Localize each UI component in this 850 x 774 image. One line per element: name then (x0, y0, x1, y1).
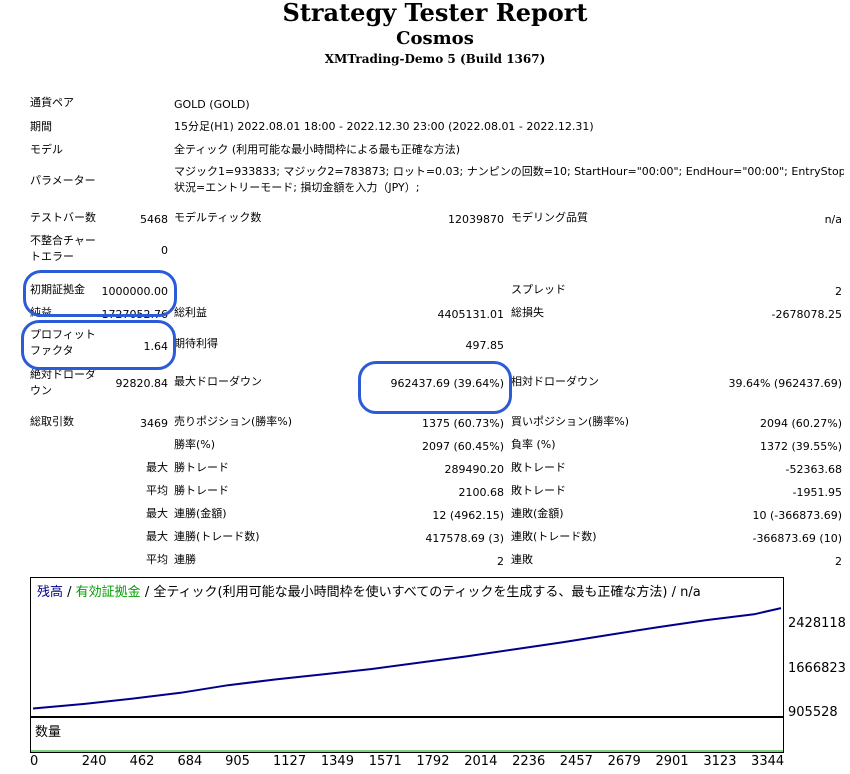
x-tick-label: 2236 (512, 754, 546, 769)
volume-plot (31, 750, 783, 752)
rel-drawdown-label: 相対ドローダウン (511, 375, 599, 388)
long-positions-value: 2094 (60.27%) (759, 417, 842, 430)
max-drawdown-highlight (358, 361, 512, 414)
x-tick-label: 2457 (559, 754, 593, 769)
server-build: XMTrading-Demo 5 (Build 1367) (324, 52, 546, 66)
profit-factor-highlight (21, 320, 176, 370)
max-drawdown-label: 最大ドローダウン (174, 375, 262, 388)
x-tick-label: 1349 (320, 754, 354, 769)
consec-losses-money-value: 10 (-366873.69) (752, 509, 842, 522)
total-trades-value: 3469 (140, 417, 168, 430)
consec-wins-money-label: 連勝(金額) (174, 507, 227, 520)
modeling-quality-value: n/a (824, 213, 842, 226)
equity-line (32, 607, 782, 709)
initial-deposit-highlight (23, 270, 177, 317)
modeling-quality-label: モデリング品質 (511, 211, 588, 224)
balance-chart: 残高 / 有効証拠金 / 全ティック(利用可能な最小時間枠を使いすべてのティック… (30, 577, 784, 717)
abs-drawdown-value: 92820.84 (115, 377, 169, 390)
avg-win-value: 2100.68 (458, 486, 505, 499)
avg-win-label: 勝トレード (174, 484, 229, 497)
avg-consec-losses-label: 連敗 (511, 553, 533, 566)
params-line-1: マジック1=933833; マジック2=783873; ロット=0.03; ナン… (174, 165, 844, 178)
consec-wins-count-value: 417578.69 (3) (425, 532, 504, 545)
chart-plot (32, 607, 782, 710)
average-label: 平均 (146, 484, 168, 497)
avg-loss-value: -1951.95 (792, 486, 842, 499)
x-tick-label: 1571 (368, 754, 402, 769)
params-line-2: 状況=エントリーモード; 損切金額を入力（JPY）; (174, 181, 420, 194)
gross-profit-label: 総利益 (174, 306, 207, 319)
win-pct-label: 勝率(%) (174, 438, 216, 451)
consec-wins-money-value: 12 (4962.15) (432, 509, 504, 522)
gross-profit-value: 4405131.01 (437, 308, 504, 321)
x-tick-label: 3344 (751, 754, 785, 769)
model-value: 全ティック (利用可能な最小時間枠による最も正確な方法) (174, 143, 461, 156)
expected-payoff-value: 497.85 (465, 339, 505, 352)
max-consec-label: 最大 (146, 507, 168, 520)
win-pct-value: 2097 (60.45%) (421, 440, 504, 453)
period-label: 期間 (30, 120, 52, 133)
avg-consec-losses-value: 2 (835, 555, 842, 568)
total-trades-label: 総取引数 (30, 415, 74, 428)
consec-losses-money-label: 連敗(金額) (511, 507, 564, 520)
mismatch-label-1: 不整合チャー (30, 234, 96, 247)
x-tick-label: 1792 (416, 754, 450, 769)
mismatch-label-2: トエラー (30, 250, 74, 263)
consec-losses-count-value: -366873.69 (10) (752, 532, 842, 545)
largest-loss-value: -52363.68 (785, 463, 842, 476)
x-tick-label: 905 (225, 754, 250, 769)
largest-win-value: 289490.20 (444, 463, 505, 476)
largest-label: 最大 (146, 461, 168, 474)
loss-pct-value: 1372 (39.55%) (759, 440, 842, 453)
x-tick-label: 240 (81, 754, 107, 769)
balance-line (32, 607, 782, 710)
gross-loss-label: 総損失 (511, 306, 544, 319)
x-tick-label: 0 (30, 754, 39, 769)
ea-name: Cosmos (396, 28, 474, 49)
spread-label: スプレッド (511, 283, 566, 296)
x-tick-label: 462 (129, 754, 155, 769)
mismatch-value: 0 (161, 244, 168, 257)
x-tick-label: 1127 (273, 754, 307, 769)
gross-loss-value: -2678078.25 (771, 308, 842, 321)
max-consec-count-label: 最大 (146, 530, 168, 543)
x-tick-label: 2014 (464, 754, 498, 769)
abs-drawdown-label-2: ウン (30, 384, 52, 397)
largest-loss-label: 敗トレード (511, 461, 566, 474)
x-tick-label: 3123 (703, 754, 737, 769)
pair-value: GOLD (GOLD) (174, 98, 250, 111)
short-positions-value: 1375 (60.73%) (421, 417, 504, 430)
expected-payoff-label: 期待利得 (174, 337, 218, 350)
volume-chart: 数量 (30, 717, 784, 753)
consec-wins-count-label: 連勝(トレード数) (174, 530, 260, 543)
largest-win-label: 勝トレード (174, 461, 229, 474)
avg-consec-wins-label: 連勝 (174, 553, 196, 566)
period-value: 15分足(H1) 2022.08.01 18:00 - 2022.12.30 2… (174, 120, 594, 133)
long-positions-label: 買いポジション(勝率%) (511, 415, 630, 428)
spread-value: 2 (835, 285, 842, 298)
loss-pct-label: 負率 (%) (511, 438, 556, 451)
model-ticks-value: 12039870 (448, 213, 504, 226)
avg-consec-label: 平均 (146, 553, 168, 566)
params-label: パラメーター (30, 174, 96, 187)
test-bars-label: テストバー数 (30, 211, 96, 224)
x-tick-label: 2679 (607, 754, 641, 769)
consec-losses-count-label: 連敗(トレード数) (511, 530, 597, 543)
pair-label: 通貨ペア (30, 96, 74, 109)
y-tick-label: 905528 (788, 705, 838, 720)
avg-loss-label: 敗トレード (511, 484, 566, 497)
rel-drawdown-value: 39.64% (962437.69) (728, 377, 842, 390)
model-ticks-label: モデルティック数 (174, 211, 262, 224)
x-tick-label: 684 (177, 754, 203, 769)
y-tick-label: 1666823 (788, 660, 846, 676)
report-title: Strategy Tester Report (282, 0, 588, 27)
x-tick-label: 2901 (655, 754, 689, 769)
avg-consec-wins-value: 2 (497, 555, 504, 568)
test-bars-value: 5468 (140, 213, 168, 226)
model-label: モデル (30, 143, 63, 156)
short-positions-label: 売りポジション(勝率%) (174, 415, 293, 428)
y-tick-label: 2428118 (788, 616, 846, 632)
